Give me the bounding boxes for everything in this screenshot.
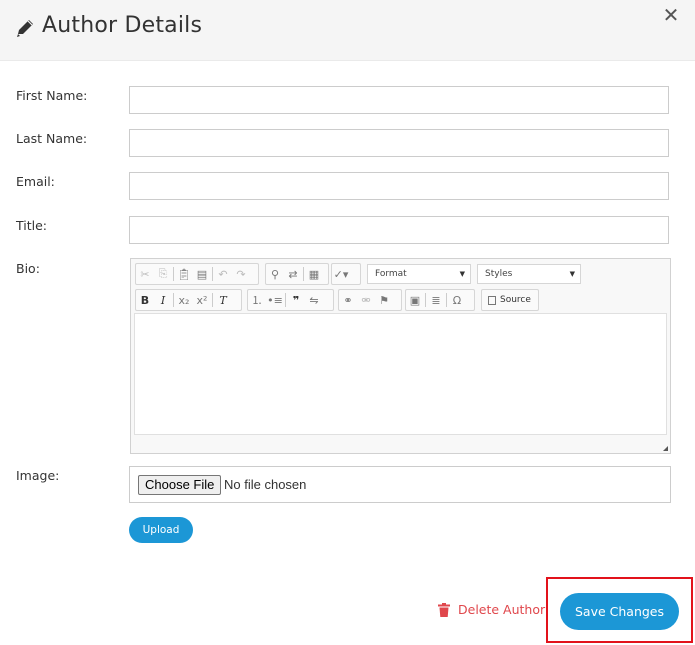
- spellcheck-icon[interactable]: ✓▾: [332, 264, 350, 284]
- dialog-header: Author Details: [0, 0, 695, 61]
- cut-icon[interactable]: ✂: [136, 264, 154, 284]
- title-input[interactable]: [129, 216, 669, 244]
- source-button[interactable]: Source: [482, 295, 537, 305]
- image-label: Image:: [16, 468, 60, 483]
- choose-file-button[interactable]: Choose File: [138, 475, 222, 495]
- blockquote-icon[interactable]: ❞: [287, 290, 305, 310]
- styles-dropdown[interactable]: Styles ▼: [477, 264, 581, 284]
- bold-icon[interactable]: B: [136, 290, 154, 310]
- email-label: Email:: [16, 174, 55, 189]
- numbered-list-icon[interactable]: ⒈: [248, 290, 266, 310]
- anchor-flag-icon[interactable]: ⚑: [375, 290, 393, 310]
- remove-format-icon[interactable]: T: [214, 290, 232, 310]
- format-dropdown[interactable]: Format ▼: [367, 264, 471, 284]
- redo-icon[interactable]: ↷: [232, 264, 250, 284]
- first-name-label: First Name:: [16, 88, 88, 103]
- text-direction-icon[interactable]: ⇋: [305, 290, 323, 310]
- spellcheck-toolbar-group: ✓▾: [331, 263, 361, 285]
- styles-dropdown-label: Styles: [485, 269, 513, 279]
- bio-label: Bio:: [16, 261, 40, 276]
- link-icon[interactable]: ⚭: [339, 290, 357, 310]
- pencil-icon: [17, 20, 33, 37]
- horizontal-line-icon[interactable]: ≣: [427, 290, 445, 310]
- close-icon[interactable]: ✕: [662, 4, 680, 26]
- undo-icon[interactable]: ↶: [214, 264, 232, 284]
- format-dropdown-label: Format: [375, 269, 407, 279]
- link-toolbar-group: ⚭ ⚮ ⚑: [338, 289, 402, 311]
- unlink-icon[interactable]: ⚮: [357, 290, 375, 310]
- basic-styles-toolbar-group: B I x₂ x² T: [135, 289, 242, 311]
- subscript-icon[interactable]: x₂: [175, 290, 193, 310]
- title-label: Title:: [16, 218, 47, 233]
- source-toolbar-group: Source: [481, 289, 539, 311]
- delete-author-label: Delete Author: [458, 602, 546, 617]
- author-details-dialog: Author Details ✕ First Name: Last Name: …: [0, 0, 695, 645]
- first-name-input[interactable]: [129, 86, 669, 114]
- resize-handle-icon[interactable]: [663, 446, 668, 451]
- image-icon[interactable]: ▣: [406, 290, 424, 310]
- dialog-title: Author Details: [42, 13, 203, 38]
- paste-text-icon[interactable]: ▤: [193, 264, 211, 284]
- email-input[interactable]: [129, 172, 669, 200]
- upload-button[interactable]: Upload: [129, 517, 193, 543]
- clipboard-toolbar-group: ✂ ⎘ 📋︎ ▤ ↶ ↷: [135, 263, 259, 285]
- file-status-text: No file chosen: [224, 477, 307, 492]
- last-name-input[interactable]: [129, 129, 669, 157]
- delete-author-button[interactable]: Delete Author: [438, 602, 545, 617]
- trash-icon: [438, 602, 450, 617]
- source-button-label: Source: [500, 295, 531, 305]
- insert-toolbar-group: ▣ ≣ Ω: [405, 289, 475, 311]
- special-character-icon[interactable]: Ω: [448, 290, 466, 310]
- last-name-label: Last Name:: [16, 131, 88, 146]
- image-file-input[interactable]: Choose File No file chosen: [129, 466, 671, 503]
- save-changes-button[interactable]: Save Changes: [560, 593, 679, 630]
- italic-icon[interactable]: I: [154, 290, 172, 310]
- bulleted-list-icon[interactable]: •≡: [266, 290, 284, 310]
- find-icon[interactable]: ⚲: [266, 264, 284, 284]
- bio-edit-area[interactable]: [134, 313, 667, 435]
- superscript-icon[interactable]: x²: [193, 290, 211, 310]
- select-all-icon[interactable]: ▦: [305, 264, 323, 284]
- chevron-down-icon: ▼: [569, 270, 575, 278]
- find-toolbar-group: ⚲ ⇄ ▦: [265, 263, 329, 285]
- paste-icon[interactable]: 📋︎: [175, 264, 193, 284]
- replace-icon[interactable]: ⇄: [284, 264, 302, 284]
- chevron-down-icon: ▼: [459, 270, 465, 278]
- copy-icon[interactable]: ⎘: [154, 264, 172, 284]
- paragraph-toolbar-group: ⒈ •≡ ❞ ⇋: [247, 289, 334, 311]
- bio-rich-text-editor: ✂ ⎘ 📋︎ ▤ ↶ ↷ ⚲ ⇄ ▦ ✓▾ Format ▼ Styles ▼: [130, 258, 671, 454]
- document-icon: [488, 295, 496, 305]
